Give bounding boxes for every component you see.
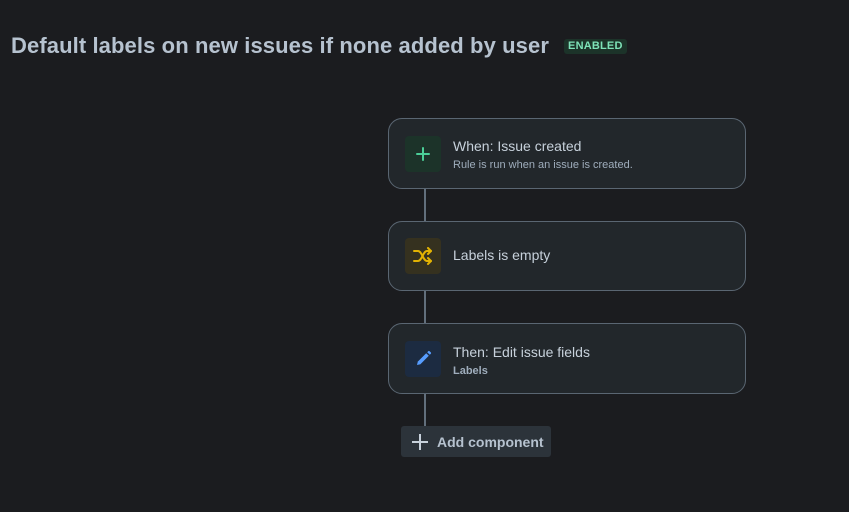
trigger-text: When: Issue created Rule is run when an … [453,138,733,171]
condition-text: Labels is empty [453,247,733,263]
title-row: Default labels on new issues if none add… [11,33,627,59]
condition-card[interactable]: Labels is empty [388,221,746,291]
condition-title: Labels is empty [453,247,551,263]
action-card[interactable]: Then: Edit issue fields Labels [388,323,746,394]
trigger-title: When: Issue created [453,138,582,154]
trigger-subtitle: Rule is run when an issue is created. [453,159,633,171]
action-title: Then: Edit issue fields [453,344,590,360]
add-component-label: Add component [437,433,544,450]
flow-connector [424,290,426,324]
trigger-card[interactable]: When: Issue created Rule is run when an … [388,118,746,189]
pencil-icon [405,341,441,377]
action-subtitle: Labels [453,365,488,377]
add-component-button[interactable]: Add component [401,426,551,457]
plus-icon [405,136,441,172]
page-title: Default labels on new issues if none add… [11,33,550,58]
plus-icon [411,433,429,451]
action-text: Then: Edit issue fields Labels [453,344,733,377]
status-badge: ENABLED [564,38,627,54]
flow-connector [424,393,426,427]
flow-connector [424,188,426,222]
shuffle-icon [405,238,441,274]
automation-rule-page: Default labels on new issues if none add… [0,0,849,512]
